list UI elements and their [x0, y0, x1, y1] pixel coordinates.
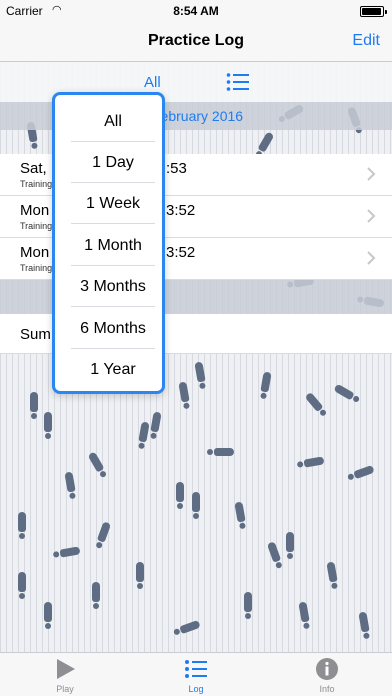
- popover-option-1-year[interactable]: 1 Year: [71, 349, 155, 390]
- footprint-icon: [260, 371, 272, 393]
- footprint-icon: [44, 412, 52, 439]
- tab-info-label: Info: [319, 684, 335, 694]
- footprint-icon: [333, 383, 355, 401]
- status-time: 8:54 AM: [173, 4, 219, 18]
- session-date: Mon: [20, 244, 50, 261]
- footprint-icon: [138, 421, 150, 443]
- info-icon: [316, 658, 338, 680]
- footprint-icon: [59, 546, 81, 558]
- edit-button[interactable]: Edit: [352, 32, 380, 50]
- session-time: :53: [166, 160, 187, 177]
- footprint-icon: [298, 601, 310, 623]
- footprint-icon: [179, 619, 201, 635]
- summary-label: Sum: [20, 326, 51, 343]
- session-date: Mon: [20, 202, 50, 219]
- chevron-right-icon: [367, 209, 376, 223]
- footprint-icon: [234, 501, 246, 523]
- tab-play[interactable]: Play: [0, 653, 130, 696]
- session-date: Sat,: [20, 160, 47, 177]
- session-time: 3:52: [166, 244, 196, 261]
- popover-option-1-month[interactable]: 1 Month: [71, 225, 155, 266]
- tab-bar: Play Log Info: [0, 652, 392, 696]
- footprint-icon: [150, 411, 162, 433]
- footprint-icon: [18, 512, 26, 539]
- battery-icon: [360, 6, 387, 17]
- popover-option-3-months[interactable]: 3 Months: [71, 266, 155, 307]
- footprint-icon: [176, 482, 184, 509]
- session-time: 3:52: [166, 202, 196, 219]
- footprint-icon: [30, 392, 38, 419]
- popover-option-1-day[interactable]: 1 Day: [71, 142, 155, 183]
- month-header-label: February 2016: [152, 108, 244, 124]
- tab-play-label: Play: [56, 684, 74, 694]
- footprint-icon: [353, 464, 375, 480]
- footprint-icon: [303, 456, 325, 468]
- footprint-icon: [214, 448, 234, 456]
- chevron-right-icon: [367, 251, 376, 265]
- tab-info[interactable]: Info: [262, 653, 392, 696]
- list-icon[interactable]: [226, 72, 250, 92]
- tab-log-label: Log: [188, 684, 204, 694]
- footprint-icon: [192, 492, 200, 519]
- footprint-icon: [92, 582, 100, 609]
- footprint-icon: [257, 131, 275, 153]
- period-popover: All 1 Day 1 Week 1 Month 3 Months 6 Mont…: [52, 92, 165, 394]
- period-filter-button[interactable]: All: [144, 74, 161, 91]
- footprint-icon: [266, 541, 282, 563]
- tab-log[interactable]: Log: [131, 653, 261, 696]
- footprint-icon: [326, 561, 338, 583]
- footprint-icon: [178, 381, 190, 403]
- footprint-icon: [44, 602, 52, 629]
- session-subtitle: Training: [20, 263, 53, 273]
- chevron-right-icon: [367, 167, 376, 181]
- session-subtitle: Training: [20, 221, 53, 231]
- footprint-icon: [136, 562, 144, 589]
- play-icon: [57, 659, 75, 679]
- list-icon: [185, 660, 207, 678]
- footprint-icon: [304, 391, 324, 413]
- footprint-icon: [194, 361, 206, 383]
- footprint-icon: [87, 451, 105, 473]
- footprint-icon: [286, 532, 294, 559]
- status-bar: Carrier ◠ 8:54 AM: [0, 0, 392, 22]
- page-title: Practice Log: [147, 32, 245, 49]
- popover-option-all[interactable]: All: [71, 101, 155, 142]
- footprint-icon: [18, 572, 26, 599]
- footprint-icon: [64, 471, 76, 493]
- navigation-bar: Practice Log Edit: [0, 22, 392, 62]
- footprint-icon: [96, 521, 112, 543]
- session-subtitle: Training: [20, 179, 53, 189]
- popover-option-6-months[interactable]: 6 Months: [71, 308, 155, 349]
- footprint-icon: [244, 592, 252, 619]
- footprint-icon: [358, 611, 370, 633]
- popover-option-1-week[interactable]: 1 Week: [71, 183, 155, 224]
